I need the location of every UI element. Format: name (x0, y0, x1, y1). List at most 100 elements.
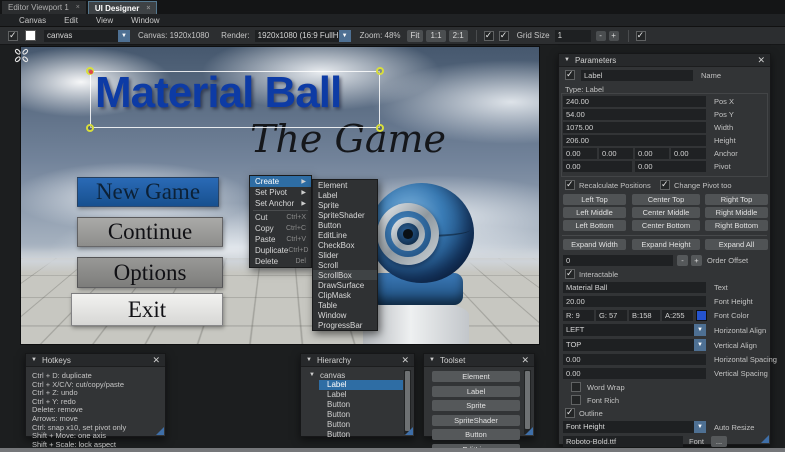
toolset-button-sprite[interactable]: Sprite (432, 400, 520, 411)
selection-handle-icon[interactable] (376, 124, 384, 132)
align-left-top-button[interactable]: Left Top (563, 194, 626, 205)
toolset-button-element[interactable]: Element (432, 371, 520, 382)
height-field[interactable]: 206.00 (563, 135, 706, 146)
order-offset-field[interactable]: 0 (563, 255, 673, 266)
game-button-continue[interactable]: Continue (77, 217, 223, 247)
anchor-field[interactable]: 0.00 (599, 148, 633, 159)
width-field[interactable]: 1075.00 (563, 122, 706, 133)
name-enabled-checkbox[interactable]: ✓ (565, 70, 575, 80)
submenu-item-clipmask[interactable]: ClipMask (313, 290, 377, 300)
font-file-field[interactable]: Roboto-Bold.ttf (563, 436, 683, 447)
outline-checkbox[interactable]: ✓ (565, 408, 575, 418)
align-left-bottom-button[interactable]: Left Bottom (563, 220, 626, 231)
align-center-bottom-button[interactable]: Center Bottom (632, 220, 700, 231)
color-b-field[interactable]: B:158 (629, 310, 660, 321)
context-menu-item-create[interactable]: Create▶ (250, 176, 311, 187)
resize-handle[interactable] (156, 427, 164, 435)
snap-checkbox[interactable]: ✓ (484, 31, 494, 41)
selection-handle-icon[interactable] (376, 67, 384, 75)
submenu-item-label[interactable]: Label (313, 190, 377, 200)
scrollbar-thumb[interactable] (405, 371, 410, 431)
chevron-down-icon[interactable]: ▼ (694, 324, 706, 336)
selection-handle-icon[interactable] (86, 124, 94, 132)
text-field[interactable]: Material Ball (563, 282, 706, 293)
font-color-swatch[interactable] (696, 310, 707, 321)
submenu-item-slider[interactable]: Slider (313, 250, 377, 260)
tree-node-label-selected[interactable]: Label (319, 380, 403, 390)
chevron-down-icon[interactable]: ▼ (339, 30, 351, 42)
pivot-field[interactable]: 0.00 (635, 161, 706, 172)
panel-header[interactable]: ▼ Parameters ✕ (559, 54, 770, 67)
menu-view[interactable]: View (87, 16, 122, 25)
interactable-checkbox[interactable]: ✓ (565, 269, 575, 279)
change-pivot-checkbox[interactable]: ✓ (660, 180, 670, 190)
ratio-1-1-button[interactable]: 1:1 (426, 30, 445, 42)
auto-resize-select[interactable]: Font Height ▼ (563, 421, 706, 433)
order-offset-minus-button[interactable]: - (677, 255, 688, 266)
tree-node-button[interactable]: Button (319, 400, 403, 410)
context-menu-item-set-pivot[interactable]: Set Pivot▶ (250, 187, 311, 198)
resize-handle[interactable] (761, 435, 769, 443)
toolset-button-label[interactable]: Label (432, 386, 520, 397)
tab-editor-viewport[interactable]: Editor Viewport 1 × (2, 1, 86, 14)
submenu-item-element[interactable]: Element (313, 180, 377, 190)
canvas-viewport[interactable]: Material Ball The Game New Game Continue… (20, 46, 540, 345)
canvas-color-swatch[interactable] (25, 30, 36, 41)
horizontal-spacing-field[interactable]: 0.00 (563, 354, 706, 365)
tree-node-button[interactable]: Button (319, 420, 403, 430)
color-a-field[interactable]: A:255 (662, 310, 693, 321)
game-button-new-game[interactable]: New Game (77, 177, 219, 207)
align-right-top-button[interactable]: Right Top (705, 194, 768, 205)
submenu-item-sprite[interactable]: Sprite (313, 200, 377, 210)
expand-width-button[interactable]: Expand Width (563, 239, 626, 250)
scrollbar-thumb[interactable] (525, 371, 530, 429)
align-center-middle-button[interactable]: Center Middle (632, 207, 700, 218)
panel-header[interactable]: ▼ Hotkeys ✕ (26, 354, 165, 367)
vertical-align-select[interactable]: TOP ▼ (563, 339, 706, 351)
submenu-item-button[interactable]: Button (313, 220, 377, 230)
order-offset-plus-button[interactable]: + (691, 255, 702, 266)
chevron-down-icon[interactable]: ▼ (118, 30, 130, 42)
pos-y-field[interactable]: 54.00 (563, 109, 706, 120)
context-menu-item-copy[interactable]: CopyCtrl+C (250, 223, 311, 234)
close-icon[interactable]: ✕ (521, 355, 529, 366)
tree-node-button[interactable]: Button (319, 430, 403, 440)
align-right-bottom-button[interactable]: Right Bottom (705, 220, 768, 231)
word-wrap-checkbox[interactable] (571, 382, 581, 392)
menu-window[interactable]: Window (122, 16, 168, 25)
ratio-2-1-button[interactable]: 2:1 (449, 30, 468, 42)
submenu-item-window[interactable]: Window (313, 310, 377, 320)
align-left-middle-button[interactable]: Left Middle (563, 207, 626, 218)
pivot-field[interactable]: 0.00 (563, 161, 632, 172)
context-menu-item-duplicate[interactable]: DuplicateCtrl+D (250, 245, 311, 256)
horizontal-align-select[interactable]: LEFT ▼ (563, 324, 706, 336)
submenu-item-scroll[interactable]: Scroll (313, 260, 377, 270)
context-menu-item-cut[interactable]: CutCtrl+X (250, 212, 311, 223)
close-icon[interactable]: ✕ (152, 355, 160, 366)
collapse-arrow-icon[interactable]: ▼ (429, 357, 435, 363)
anchor-field[interactable]: 0.00 (671, 148, 706, 159)
align-right-middle-button[interactable]: Right Middle (705, 207, 768, 218)
panel-header[interactable]: ▼ Hierarchy ✕ (301, 354, 414, 367)
context-menu-item-delete[interactable]: DeleteDel (250, 256, 311, 267)
menu-edit[interactable]: Edit (55, 16, 87, 25)
tree-node-canvas[interactable]: ▼ canvas (301, 370, 414, 380)
toolset-button-button[interactable]: Button (432, 429, 520, 440)
vertical-spacing-field[interactable]: 0.00 (563, 368, 706, 379)
context-menu-item-set-anchor[interactable]: Set Anchor▶ (250, 198, 311, 209)
color-r-field[interactable]: R: 9 (563, 310, 594, 321)
close-icon[interactable]: × (146, 5, 150, 12)
submenu-item-scrollbox[interactable]: ScrollBox (313, 270, 377, 280)
grid-checkbox[interactable]: ✓ (499, 31, 509, 41)
selection-rect[interactable] (90, 71, 380, 128)
fit-button[interactable]: Fit (407, 30, 424, 42)
game-button-exit[interactable]: Exit (71, 293, 223, 326)
align-center-top-button[interactable]: Center Top (632, 194, 700, 205)
collapse-arrow-icon[interactable]: ▼ (564, 57, 570, 63)
tab-ui-designer[interactable]: UI Designer × (88, 1, 158, 14)
render-select[interactable]: 1920x1080 (16:9 FullHD) ▼ (255, 30, 351, 42)
grid-size-minus-button[interactable]: - (596, 31, 606, 41)
collapse-arrow-icon[interactable]: ▼ (306, 357, 312, 363)
name-field[interactable]: Label (581, 70, 693, 81)
expand-all-button[interactable]: Expand All (705, 239, 768, 250)
